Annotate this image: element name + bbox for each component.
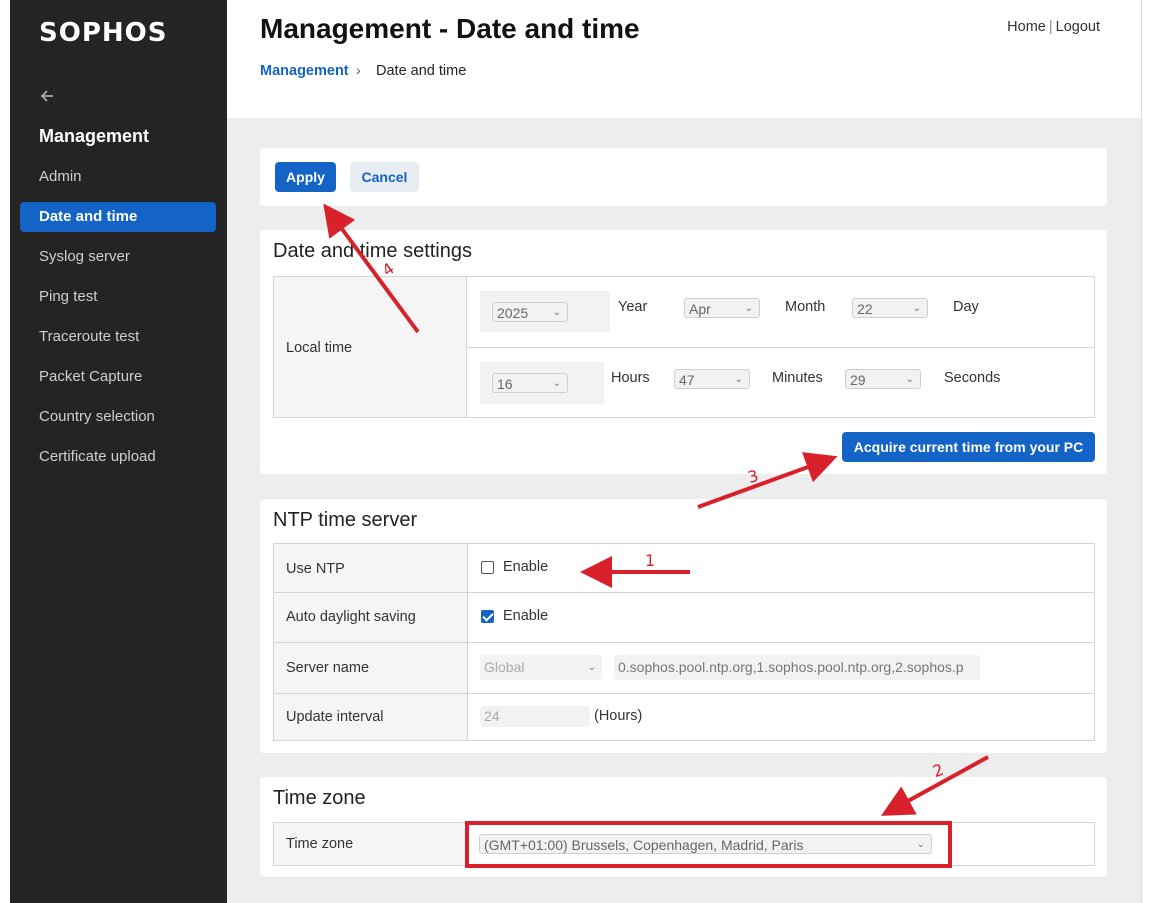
annotation-number-1: 1 [645, 551, 656, 570]
annotation-highlight-box [465, 821, 952, 868]
annotation-overlay [323, 203, 989, 868]
annotation-arrow-4 [323, 203, 420, 334]
annotation-arrow-3 [697, 452, 838, 509]
